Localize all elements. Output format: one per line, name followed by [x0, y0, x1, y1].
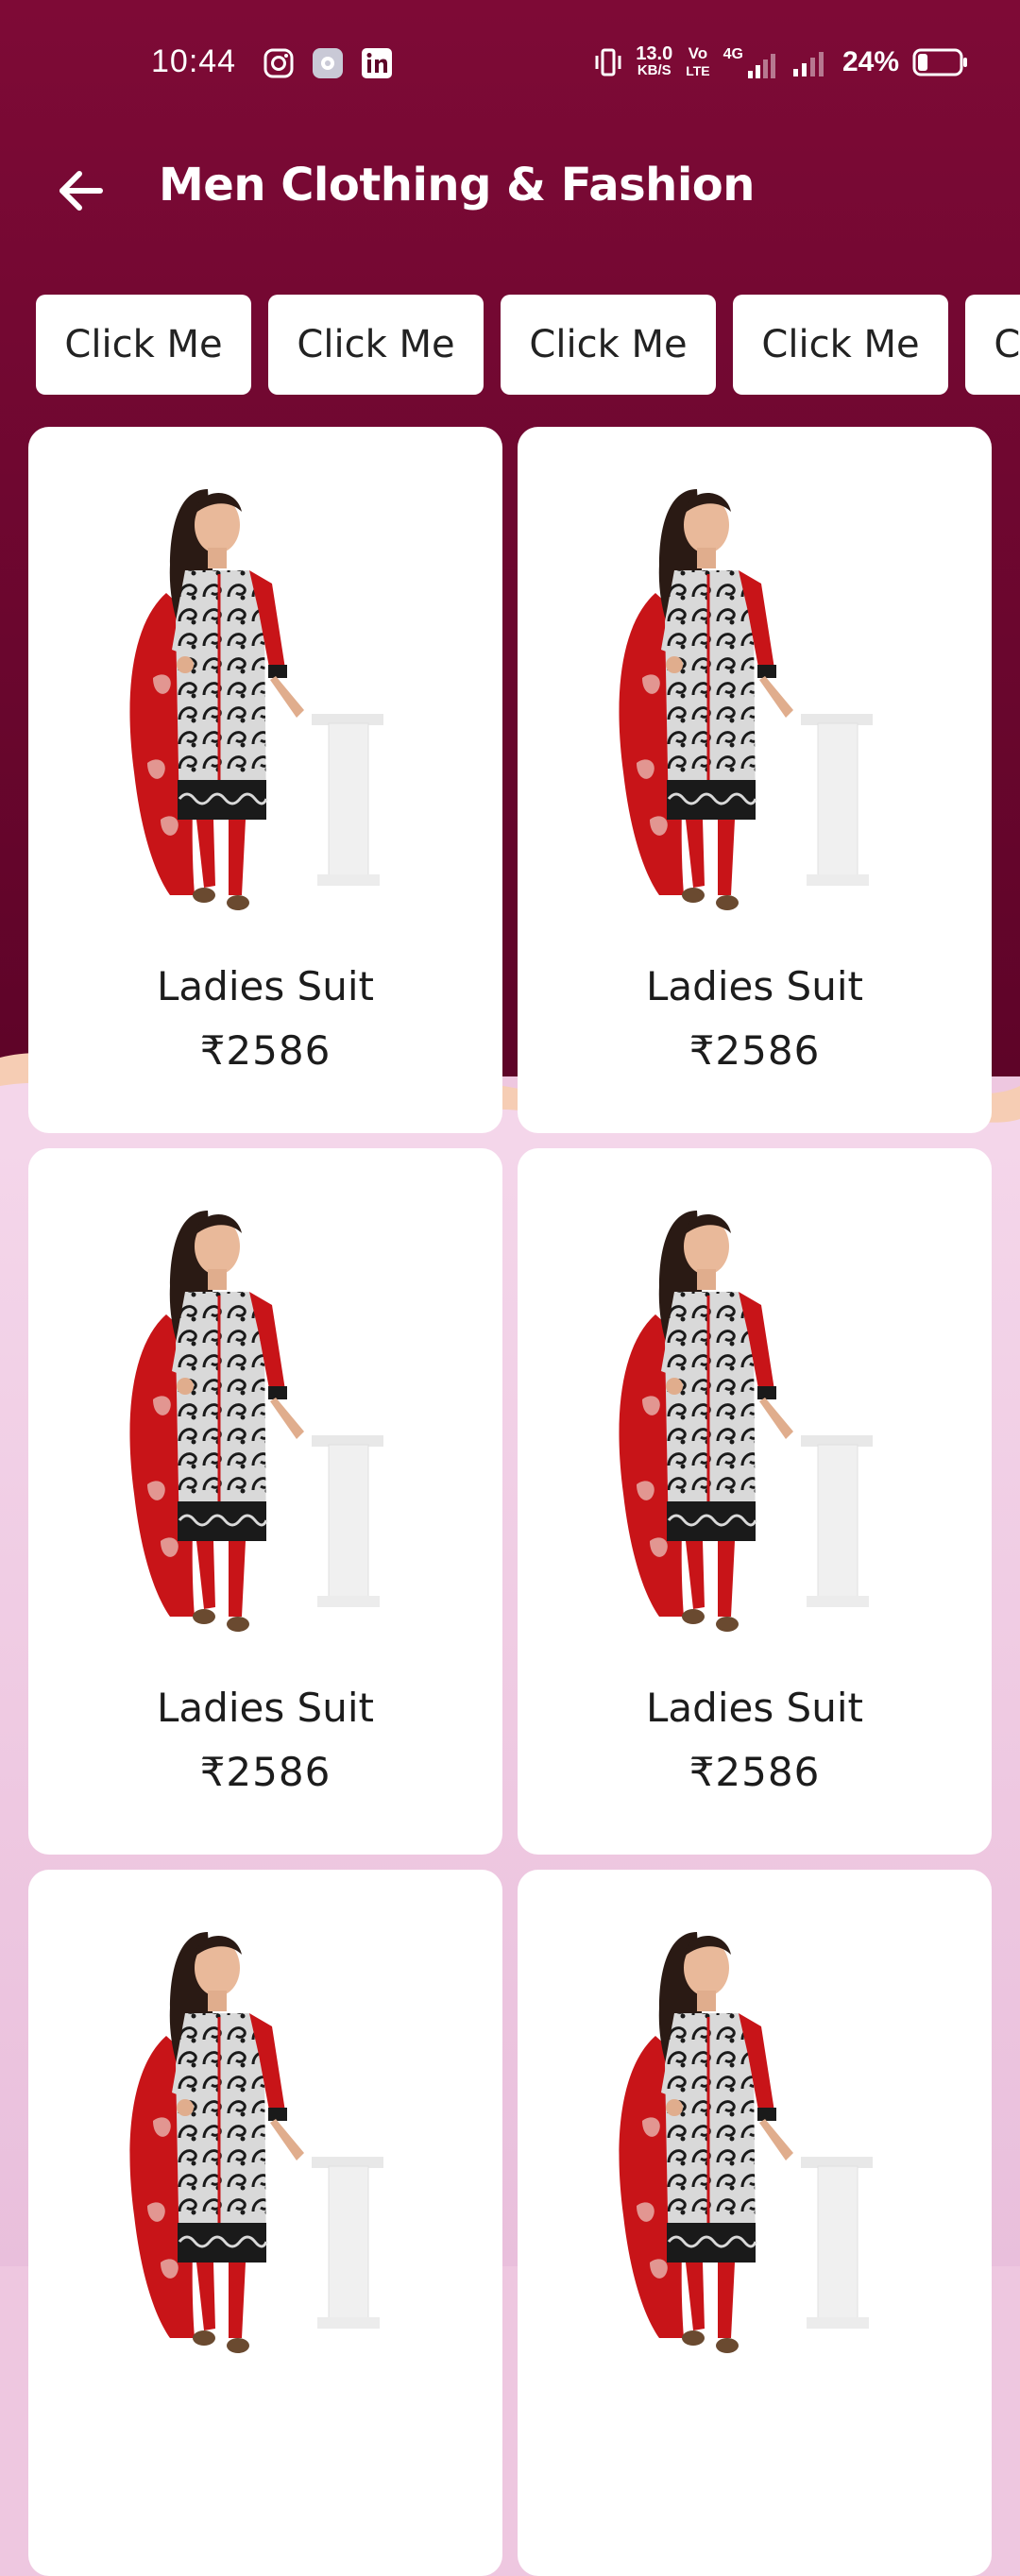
- battery-icon: [912, 48, 967, 76]
- product-image: [518, 480, 992, 924]
- arrow-left-icon[interactable]: [51, 161, 111, 221]
- product-card[interactable]: [518, 1870, 992, 2576]
- network-label: 4G: [722, 46, 743, 62]
- instagram-icon: [264, 48, 294, 78]
- product-price: ₹2586: [688, 1749, 821, 1795]
- chip-button[interactable]: Click Me: [36, 295, 251, 395]
- product-name: Ladies Suit: [646, 963, 863, 1009]
- product-card[interactable]: Ladies Suit ₹2586: [518, 427, 992, 1133]
- status-right-group: 13.0 KB/S Vo LTE 4G 24%: [594, 43, 969, 81]
- product-grid: Ladies Suit ₹2586 Ladies Suit ₹2586 Ladi…: [28, 427, 992, 2576]
- chip-button[interactable]: Click Me: [733, 295, 948, 395]
- product-price: ₹2586: [688, 1027, 821, 1074]
- app-bar: Men Clothing & Fashion: [0, 142, 1020, 236]
- signal-bars-icon-2: [792, 52, 824, 76]
- status-time: 10:44: [151, 43, 237, 79]
- vibrate-icon: [595, 48, 621, 76]
- product-card[interactable]: [28, 1870, 502, 2576]
- battery-percent: 24%: [842, 46, 899, 77]
- product-card[interactable]: Ladies Suit ₹2586: [28, 427, 502, 1133]
- volte-indicator: Vo LTE: [686, 45, 709, 79]
- status-bar: 10:44 13.0 KB/S Vo LTE 4G 24%: [0, 0, 1020, 132]
- chip-button[interactable]: Click Me: [965, 295, 1020, 395]
- volte-top: Vo: [688, 44, 708, 62]
- settings-app-icon: [313, 48, 343, 78]
- category-chips: Click Me Click Me Click Me Click Me Clic…: [36, 295, 1020, 398]
- product-card[interactable]: Ladies Suit ₹2586: [518, 1148, 992, 1855]
- product-name: Ladies Suit: [157, 1685, 374, 1731]
- net-speed-value: 13.0: [636, 43, 673, 64]
- product-image: [28, 1201, 502, 1645]
- product-price: ₹2586: [199, 1749, 332, 1795]
- net-speed: 13.0 KB/S: [636, 43, 673, 79]
- network-4g: 4G: [723, 46, 778, 78]
- product-image: [28, 480, 502, 924]
- volte-bottom: LTE: [686, 63, 710, 78]
- product-image: [518, 1201, 992, 1645]
- chip-button[interactable]: Click Me: [501, 295, 716, 395]
- product-image: [28, 1923, 502, 2366]
- chip-button[interactable]: Click Me: [268, 295, 484, 395]
- net-speed-unit: KB/S: [637, 62, 672, 78]
- product-name: Ladies Suit: [646, 1685, 863, 1731]
- product-image: [518, 1923, 992, 2366]
- signal-bars-icon: [747, 54, 775, 78]
- linkedin-icon: [362, 48, 392, 78]
- page-title: Men Clothing & Fashion: [159, 159, 755, 212]
- product-price: ₹2586: [199, 1027, 332, 1074]
- product-name: Ladies Suit: [157, 963, 374, 1009]
- product-card[interactable]: Ladies Suit ₹2586: [28, 1148, 502, 1855]
